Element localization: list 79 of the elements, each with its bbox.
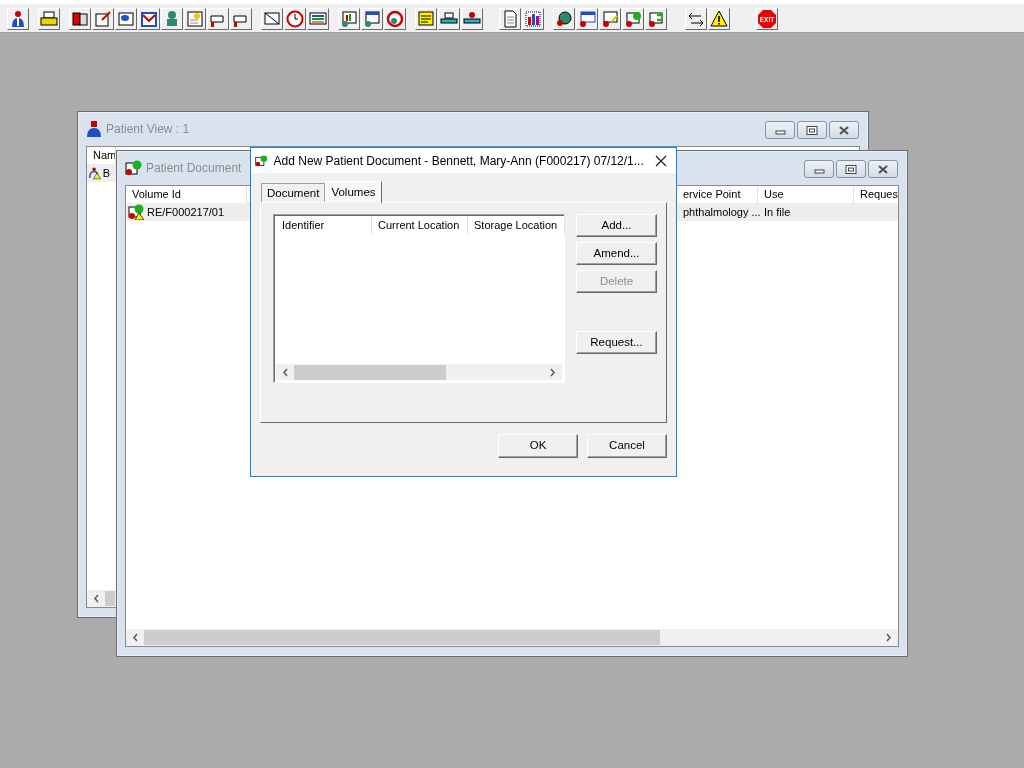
column-header[interactable]: ervice Point <box>677 186 758 203</box>
column-header[interactable]: Use <box>758 186 854 203</box>
table-cell-text: B <box>102 165 110 181</box>
window-title: Patient Document <box>146 160 242 177</box>
document-icon <box>117 10 135 28</box>
toolbar-button[interactable] <box>438 8 460 30</box>
toolbar-button[interactable] <box>461 8 483 30</box>
dialog-button[interactable]: Add... <box>576 214 657 237</box>
scroll-left-icon <box>281 366 290 378</box>
window-icon <box>647 10 665 28</box>
maximize-button[interactable] <box>797 121 827 139</box>
scrollbar-thumb[interactable] <box>144 630 660 645</box>
toolbar-button[interactable] <box>685 8 707 30</box>
scrollbar-thumb[interactable] <box>294 364 446 380</box>
toolbar-button[interactable] <box>115 8 137 30</box>
toolbar-button[interactable] <box>708 8 730 30</box>
maximize-button[interactable] <box>836 160 866 178</box>
dialog-button[interactable]: Amend... <box>576 242 657 265</box>
scroll-left-icon <box>92 593 101 604</box>
dialog-title: Add New Patient Document - Bennett, Mary-Ann (F000217) 07/12/1... <box>273 152 644 170</box>
prohibited-icon <box>386 10 404 28</box>
notepad-icon <box>94 10 112 28</box>
dialog-button[interactable]: OK <box>498 434 578 458</box>
note-icon <box>186 10 204 28</box>
scroll-right-icon <box>884 632 893 643</box>
toolbar-button[interactable] <box>361 8 383 30</box>
warning-icon <box>710 10 728 28</box>
scroll-left-icon <box>131 632 140 643</box>
table-cell-text: In file <box>764 204 791 220</box>
maximize-icon <box>804 124 820 136</box>
printer-icon <box>40 10 58 28</box>
dialog-button[interactable]: Request... <box>576 331 657 354</box>
dialog-button[interactable]: Cancel <box>587 434 667 458</box>
window-icon <box>601 10 619 28</box>
scrollbar[interactable] <box>126 629 898 646</box>
toolbar-button[interactable] <box>307 8 329 30</box>
document-icon <box>255 152 268 169</box>
globe-icon <box>555 10 573 28</box>
column-header[interactable]: Volume Id <box>126 186 247 203</box>
bar-chart-icon <box>524 10 542 28</box>
maximize-icon <box>843 163 859 175</box>
document-icon <box>125 160 142 176</box>
document-icon <box>501 10 519 28</box>
scrollbar[interactable] <box>276 364 562 380</box>
window-icon <box>578 10 596 28</box>
form-icon <box>363 10 381 28</box>
document-warning-icon <box>128 204 145 220</box>
chart-icon <box>340 10 358 28</box>
toolbar-button[interactable] <box>7 8 29 30</box>
column-header[interactable]: Current Location <box>372 217 468 234</box>
toolbar-button[interactable] <box>576 8 598 30</box>
arrows-icon <box>687 10 705 28</box>
close-button[interactable] <box>868 160 898 178</box>
window-icon <box>624 10 642 28</box>
toolbar-button[interactable] <box>69 8 91 30</box>
stop-sign-icon <box>758 10 776 28</box>
clock-icon <box>286 10 304 28</box>
column-header[interactable]: Nam <box>87 147 116 164</box>
scrollbar[interactable] <box>87 590 116 607</box>
table-cell-text: phthalmology ... <box>683 204 761 220</box>
close-icon <box>654 154 667 167</box>
scrollbar-thumb[interactable] <box>105 591 115 606</box>
column-header[interactable]: Identifier <box>276 217 372 234</box>
toolbar-button[interactable] <box>553 8 575 30</box>
close-button[interactable] <box>829 121 859 139</box>
person-icon <box>9 10 27 28</box>
toolbar-button[interactable] <box>38 8 60 30</box>
tab[interactable]: Document <box>261 183 326 202</box>
toolbar-button[interactable] <box>522 8 544 30</box>
person-icon <box>86 121 102 137</box>
monitor-icon <box>309 10 327 28</box>
scroll-right-icon <box>548 366 557 378</box>
tab[interactable]: Volumes <box>325 181 382 203</box>
window-title: Patient View : 1 <box>106 121 190 138</box>
book-icon <box>71 10 89 28</box>
note-icon <box>417 10 435 28</box>
column-header[interactable]: Storage Location <box>468 217 565 234</box>
table-cell-text: RE/F000217/01 <box>147 204 225 220</box>
person-warning-icon <box>89 165 101 181</box>
